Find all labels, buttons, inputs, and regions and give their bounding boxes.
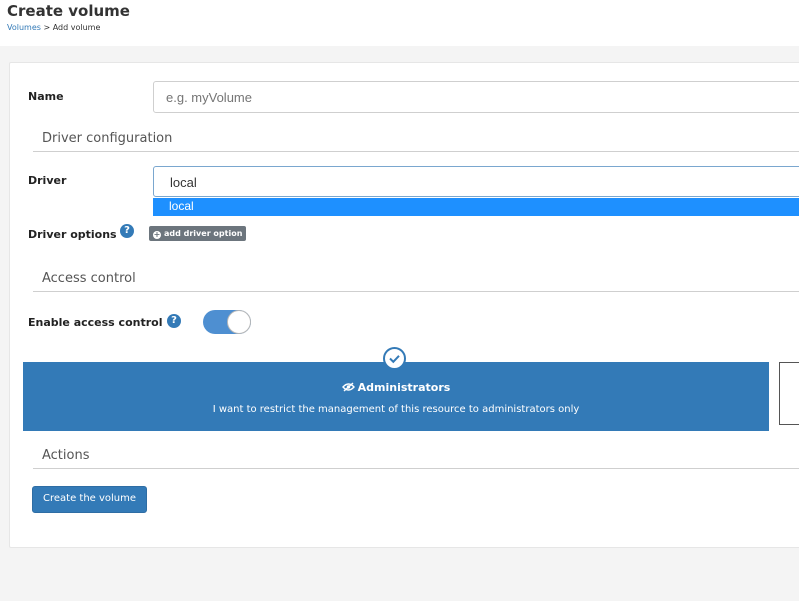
eye-slash-icon (341, 382, 355, 392)
driver-options-label: Driver options (28, 228, 117, 241)
question-circle-icon[interactable]: ? (167, 314, 181, 328)
breadcrumb: Volumes > Add volume (7, 23, 100, 32)
breadcrumb-current: Add volume (52, 23, 101, 32)
driver-label: Driver (28, 174, 67, 187)
enable-access-control-label: Enable access control (28, 316, 163, 329)
actions-heading: Actions (33, 448, 799, 469)
administrators-description: I want to restrict the management of thi… (212, 404, 580, 415)
breadcrumb-separator: > (43, 23, 51, 32)
check-circle-icon (383, 347, 406, 370)
driver-option-local[interactable]: local (153, 198, 799, 216)
name-input[interactable] (153, 81, 799, 113)
plus-circle-icon: + (153, 230, 161, 239)
administrators-title-row: Administrators (23, 381, 769, 394)
restricted-option-card[interactable] (779, 362, 799, 425)
name-label: Name (28, 90, 64, 103)
add-driver-option-label: add driver option (164, 229, 243, 238)
create-volume-button[interactable]: Create the volume (32, 486, 148, 513)
driver-configuration-heading: Driver configuration (33, 131, 799, 152)
administrators-title: Administrators (357, 381, 451, 394)
access-control-toggle[interactable] (203, 310, 251, 334)
toggle-knob (227, 310, 251, 334)
add-driver-option-button[interactable]: + add driver option (149, 226, 247, 241)
administrators-option-card[interactable]: Administrators I want to restrict the ma… (23, 362, 769, 431)
page-header: Create volume Volumes > Add volume (0, 0, 799, 46)
question-circle-icon[interactable]: ? (120, 224, 134, 238)
access-control-heading: Access control (33, 271, 799, 292)
breadcrumb-link-volumes[interactable]: Volumes (7, 23, 41, 32)
driver-select[interactable]: local (153, 166, 799, 197)
page-title: Create volume (7, 2, 130, 20)
